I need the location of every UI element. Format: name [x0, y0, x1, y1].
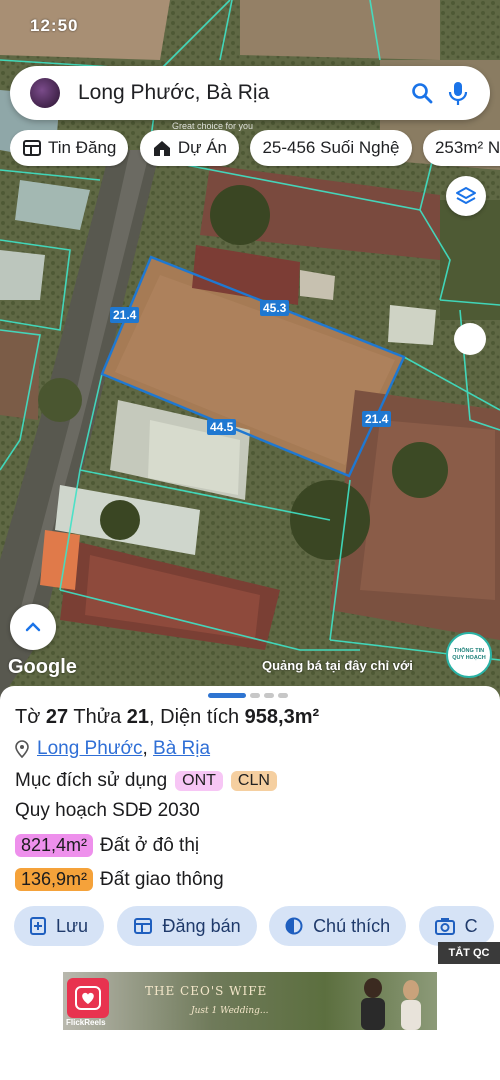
mic-icon[interactable]: [440, 75, 476, 111]
map-marker-dot[interactable]: [454, 323, 486, 355]
zone-area: 821,4m²: [15, 834, 94, 857]
edge-length-left: 21.4: [110, 307, 140, 323]
parcel-info-panel: Tờ 27 Thửa 21, Diện tích 958,3m² Long Ph…: [0, 686, 500, 1080]
land-use-row: Mục đích sử dụng ONT CLN: [15, 770, 277, 792]
chip-tin-dang[interactable]: Tin Đăng: [10, 130, 129, 166]
tag-ont: ONT: [175, 771, 223, 791]
chevron-up-icon: [25, 622, 41, 632]
location-pin-icon: [15, 740, 29, 758]
search-query[interactable]: Long Phước, Bà Rịa: [78, 81, 404, 105]
ad-subtitle: Just 1 Wedding...: [191, 1006, 269, 1016]
city-link[interactable]: Bà Rịa: [153, 738, 210, 760]
expand-up-button[interactable]: [10, 604, 56, 650]
zone-label: Đất giao thông: [100, 868, 224, 890]
drag-handle[interactable]: [208, 693, 288, 698]
camera-button[interactable]: C: [418, 906, 494, 946]
badge-line-2: QUY HOẠCH: [452, 655, 486, 661]
post-listing-button[interactable]: Đăng bán: [116, 906, 257, 946]
zone-area: 136,9m²: [15, 868, 94, 891]
ad-title: THE CEO'S WIFE: [145, 984, 268, 998]
save-icon: [30, 917, 46, 935]
close-ad-button[interactable]: TẮT QC: [438, 942, 500, 964]
legend-icon: [285, 917, 303, 935]
heart-icon: [75, 986, 101, 1010]
legend-button[interactable]: Chú thích: [269, 906, 407, 946]
chip-du-an[interactable]: Dự Án: [139, 130, 239, 166]
zone-label: Đất ở đô thị: [100, 834, 200, 856]
ward-link[interactable]: Long Phước: [37, 738, 142, 760]
chip-label: Dự Án: [177, 138, 227, 157]
save-button[interactable]: Lưu: [14, 906, 105, 946]
zone-row-residential: 821,4m² Đất ở đô thị: [15, 834, 199, 857]
status-time: 12:50: [30, 16, 79, 35]
ad-logo: [67, 978, 109, 1018]
edge-length-top: 45.3: [260, 300, 290, 316]
listing-icon: [133, 918, 152, 934]
satellite-map[interactable]: 12:50 Long Phước, Bà Rịa Great choice fo…: [0, 0, 500, 700]
purpose-label: Mục đích sử dụng: [15, 770, 168, 791]
camera-icon: [434, 918, 455, 935]
avatar[interactable]: [30, 78, 60, 108]
layers-icon: [456, 187, 476, 204]
chip-area[interactable]: 253m² Ng: [422, 130, 500, 166]
zone-row-traffic: 136,9m² Đất giao thông: [15, 868, 224, 891]
tag-cln: CLN: [230, 771, 277, 791]
layers-button[interactable]: [446, 176, 486, 216]
search-icon[interactable]: [404, 75, 440, 111]
action-bar: Lưu Đăng bán Chú thích C: [14, 906, 500, 948]
newspaper-icon: [23, 140, 41, 156]
ad-brand: FlickReels: [66, 1018, 106, 1027]
house-icon: [153, 141, 170, 156]
google-logo: Google: [8, 656, 77, 678]
planning-info-badge[interactable]: THÔNG TIN QUY HOẠCH: [446, 632, 492, 678]
ad-banner[interactable]: THE CEO'S WIFE Just 1 Wedding... FlickRe…: [63, 972, 437, 1030]
chip-label: 253m² Ng: [434, 138, 500, 157]
chip-suoi-nghe[interactable]: 25-456 Suối Nghệ: [250, 130, 412, 166]
edge-length-bottom: 44.5: [207, 419, 237, 435]
location-row: Long Phước, Bà Rịa: [15, 738, 210, 760]
chip-label: Tin Đăng: [48, 138, 117, 157]
parcel-title: Tờ 27 Thửa 21, Diện tích 958,3m²: [15, 706, 320, 728]
ad-people-image: [361, 978, 421, 1030]
search-bar[interactable]: Long Phước, Bà Rịa: [10, 66, 490, 120]
promo-text[interactable]: Quảng bá tại đây chỉ với: [262, 658, 413, 673]
plan-label: Quy hoạch SDĐ 2030: [15, 800, 200, 821]
filter-chips: Tin Đăng Dự Án 25-456 Suối Nghệ 253m² Ng: [10, 130, 500, 168]
edge-length-right: 21.4: [362, 411, 392, 427]
chip-label: 25-456 Suối Nghệ: [262, 138, 400, 157]
badge-line-1: THÔNG TIN: [453, 648, 485, 654]
